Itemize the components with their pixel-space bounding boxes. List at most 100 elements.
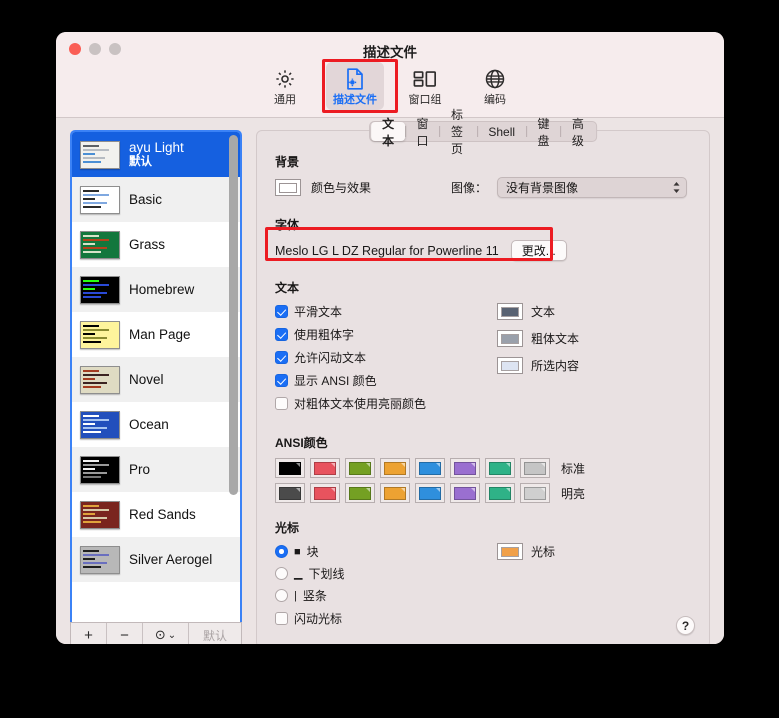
list-item[interactable]: Ocean (72, 402, 240, 447)
remove-profile-button[interactable]: − (107, 623, 143, 644)
profile-thumbnail (80, 230, 120, 259)
tab-advanced[interactable]: 高级 (561, 117, 595, 148)
profile-thumbnail (80, 500, 120, 529)
ansi-bright-swatch-2[interactable] (345, 483, 375, 503)
settings-tabbar: 文本 窗口 标签页 Shell 键盘 高级 (369, 108, 597, 156)
tab-text[interactable]: 文本 (371, 117, 406, 148)
profile-thumbnail (80, 320, 120, 349)
profile-thumbnail (80, 275, 120, 304)
ansi-normal-swatch-1[interactable] (310, 458, 340, 478)
ansi-normal-swatch-2[interactable] (345, 458, 375, 478)
profile-list-toolbar: + − ⊙ ⌄ 默认 (70, 622, 242, 644)
font-section-title: 字体 (275, 218, 300, 232)
toolbar-item-encoding[interactable]: 编码 (466, 62, 524, 110)
profile-name: ayu Light (129, 140, 184, 155)
checkbox-box (275, 397, 288, 410)
cursor-color-swatch[interactable] (497, 543, 523, 560)
ansi-bright-swatch-0[interactable] (275, 483, 305, 503)
text-checkbox-group: 平滑文本 使用粗体字 允许闪动文本 显示 ANSI 颜色 对粗体文本使用亮丽颜色 (275, 303, 493, 418)
profile-name: Ocean (129, 417, 169, 432)
toolbar-label-window-groups: 窗口组 (408, 94, 442, 106)
text-color-swatch[interactable] (497, 303, 523, 320)
background-color-effects-label: 颜色与效果 (311, 181, 372, 195)
ansi-normal-swatch-7[interactable] (520, 458, 550, 478)
checkbox-label: 允许闪动文本 (294, 351, 367, 365)
chevron-updown-icon (673, 182, 680, 193)
toolbar-item-window-groups[interactable]: 窗口组 (396, 62, 454, 110)
list-item[interactable]: Pro (72, 447, 240, 492)
checkbox-box (275, 374, 288, 387)
sidebar-scrollbar[interactable] (229, 135, 238, 530)
checkbox-smooth-text[interactable]: 平滑文本 (275, 303, 493, 320)
sidebar-scrollbar-thumb[interactable] (229, 135, 238, 495)
toolbar-item-general[interactable]: 通用 (256, 62, 314, 110)
ansi-bright-swatch-3[interactable] (380, 483, 410, 503)
preferences-window: 描述文件 通用 描述文件 窗口组 编码 ayu Light 默认 Basic G… (56, 32, 724, 644)
checkbox-label: 平滑文本 (294, 305, 343, 319)
profile-list[interactable]: ayu Light 默认 Basic Grass Homebrew Man Pa… (70, 130, 242, 622)
checkbox-box (275, 351, 288, 364)
tab-tabs[interactable]: 标签页 (440, 108, 477, 156)
ansi-normal-swatch-0[interactable] (275, 458, 305, 478)
tab-window[interactable]: 窗口 (406, 117, 440, 148)
cursor-label-block: 块 (306, 545, 319, 559)
list-item[interactable]: ayu Light 默认 (72, 132, 240, 177)
checkbox-display-ansi-colors[interactable]: 显示 ANSI 颜色 (275, 372, 493, 389)
radio-cursor-vertical-bar[interactable]: | 竖条 (275, 587, 493, 604)
list-item[interactable]: Red Sands (72, 492, 240, 537)
list-item[interactable]: Basic (72, 177, 240, 222)
background-image-select[interactable]: 没有背景图像 (497, 177, 688, 198)
radio-cursor-underline[interactable]: ▁ 下划线 (275, 565, 493, 582)
document-gear-icon (344, 66, 366, 92)
tab-keyboard[interactable]: 键盘 (526, 117, 560, 148)
checkbox-blinking-cursor[interactable]: 闪动光标 (275, 610, 493, 627)
add-profile-button[interactable]: + (71, 623, 107, 644)
toolbar-item-profiles[interactable]: 描述文件 (326, 62, 384, 110)
ansi-bright-label: 明亮 (561, 486, 586, 501)
ansi-normal-swatch-3[interactable] (380, 458, 410, 478)
profile-name: Pro (129, 462, 151, 477)
profile-thumbnail (80, 410, 120, 439)
gear-icon (274, 66, 296, 92)
ansi-normal-swatch-5[interactable] (450, 458, 480, 478)
background-color-swatch[interactable] (275, 179, 301, 196)
change-font-button[interactable]: 更改... (510, 240, 567, 261)
ansi-bright-swatch-1[interactable] (310, 483, 340, 503)
ansi-bright-swatch-5[interactable] (450, 483, 480, 503)
checkbox-label: 闪动光标 (294, 612, 343, 626)
profile-name: Red Sands (129, 507, 196, 522)
profile-thumbnail (80, 455, 120, 484)
ansi-normal-swatch-6[interactable] (485, 458, 515, 478)
checkbox-label: 使用粗体字 (294, 328, 355, 342)
profile-name: Grass (129, 237, 166, 252)
profile-thumbnail (80, 545, 120, 574)
radio-cursor-block[interactable]: ■ 块 (275, 543, 493, 560)
ansi-section-title: ANSI颜色 (275, 436, 328, 450)
list-item[interactable]: Man Page (72, 312, 240, 357)
globe-icon (484, 66, 506, 92)
list-item[interactable]: Homebrew (72, 267, 240, 312)
set-default-button[interactable]: 默认 (189, 623, 241, 644)
bold-text-color-swatch[interactable] (497, 330, 523, 347)
ansi-normal-label: 标准 (561, 461, 586, 476)
help-button[interactable]: ? (676, 616, 695, 635)
checkbox-use-bold-fonts[interactable]: 使用粗体字 (275, 326, 493, 343)
cursor-label-underline: 下划线 (308, 567, 345, 581)
selection-color-swatch[interactable] (497, 357, 523, 374)
ansi-normal-swatch-4[interactable] (415, 458, 445, 478)
checkbox-bright-colors-for-bold[interactable]: 对粗体文本使用亮丽颜色 (275, 395, 493, 412)
profile-settings-panel: 文本 窗口 标签页 Shell 键盘 高级 背景 颜色与效果 图像： 没有背景图… (256, 108, 710, 644)
checkbox-allow-blinking-text[interactable]: 允许闪动文本 (275, 349, 493, 366)
list-item[interactable]: Novel (72, 357, 240, 402)
cursor-glyph-underline: ▁ (294, 568, 303, 580)
font-value: Meslo LG L DZ Regular for Powerline 11 (275, 243, 499, 258)
list-item[interactable]: Grass (72, 222, 240, 267)
ansi-bright-swatch-6[interactable] (485, 483, 515, 503)
ansi-bright-swatch-4[interactable] (415, 483, 445, 503)
ansi-bright-swatch-7[interactable] (520, 483, 550, 503)
ansi-bright-row: 明亮 (275, 483, 691, 503)
checkbox-label: 对粗体文本使用亮丽颜色 (294, 397, 427, 411)
list-item[interactable]: Silver Aerogel (72, 537, 240, 582)
profile-action-menu-button[interactable]: ⊙ ⌄ (143, 623, 189, 644)
tab-shell[interactable]: Shell (477, 122, 526, 141)
